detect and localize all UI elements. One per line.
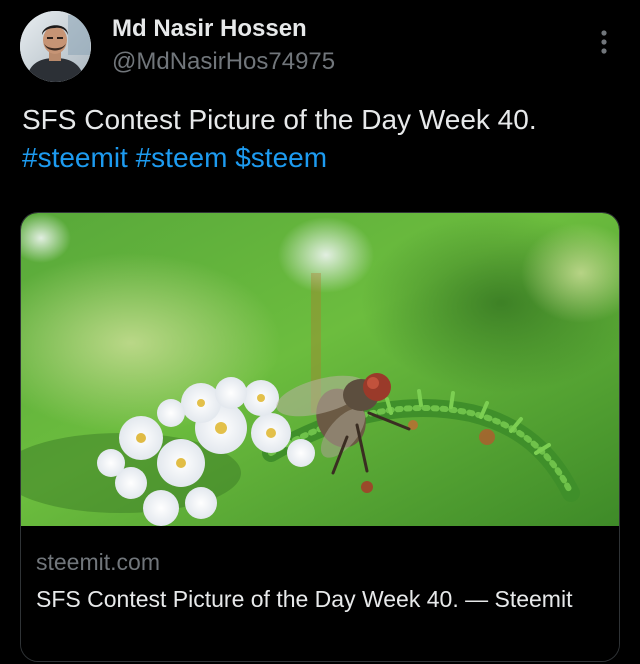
avatar-photo (20, 11, 91, 82)
card-meta: steemit.com SFS Contest Picture of the D… (21, 526, 619, 661)
card-title: SFS Contest Picture of the Day Week 40. … (36, 586, 573, 612)
hashtag-steemit[interactable]: #steemit (22, 142, 128, 173)
card-domain: steemit.com (36, 549, 160, 575)
more-vertical-icon[interactable] (594, 27, 614, 57)
hashtag-steem[interactable]: #steem (136, 142, 228, 173)
avatar[interactable] (20, 11, 91, 82)
tweet-hashtags: #steemit #steem $steem (22, 139, 622, 177)
tweet-header: Md Nasir Hossen @MdNasirHos74975 (20, 11, 620, 83)
card-image[interactable] (21, 213, 619, 526)
fly-on-flower-photo (21, 213, 619, 526)
link-preview-card[interactable]: steemit.com SFS Contest Picture of the D… (20, 212, 620, 662)
tweet: Md Nasir Hossen @MdNasirHos74975 SFS Con… (0, 0, 640, 664)
cashtag-steem[interactable]: $steem (235, 142, 327, 173)
author-handle[interactable]: @MdNasirHos74975 (112, 48, 335, 76)
author-display-name[interactable]: Md Nasir Hossen (112, 15, 307, 43)
tweet-text: SFS Contest Picture of the Day Week 40. … (22, 101, 622, 177)
tweet-body: SFS Contest Picture of the Day Week 40. (22, 104, 537, 135)
